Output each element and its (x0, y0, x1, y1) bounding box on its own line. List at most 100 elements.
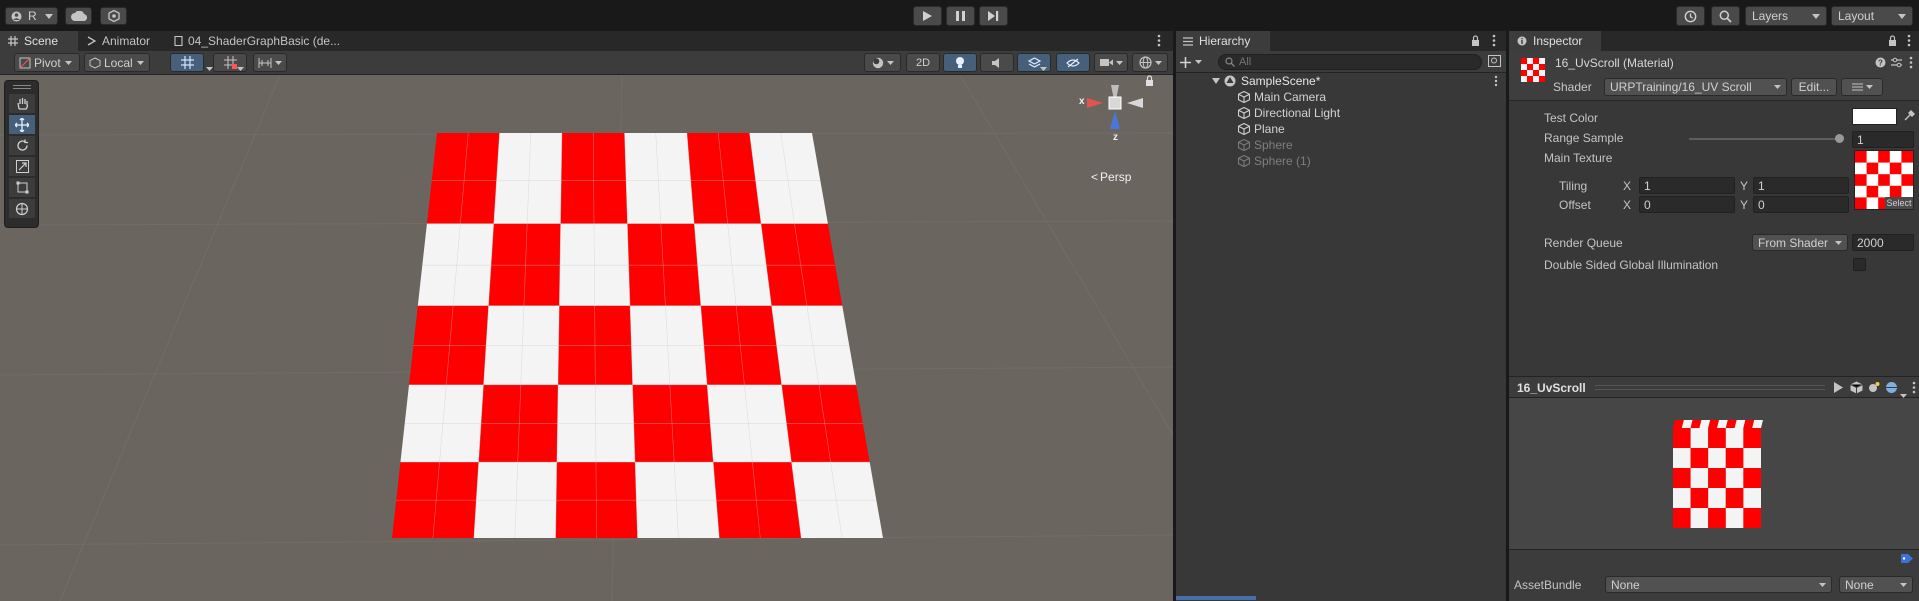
material-preview-area[interactable] (1509, 398, 1919, 549)
component-menu-icon[interactable] (1909, 56, 1913, 72)
hand-tool[interactable] (9, 94, 35, 113)
test-color-swatch[interactable] (1852, 108, 1897, 125)
create-dropdown[interactable] (1180, 54, 1208, 70)
shader-dropdown[interactable]: URPTraining/16_UV Scroll (1604, 78, 1787, 96)
help-icon[interactable]: ? (1875, 57, 1886, 71)
orientation-gizmo[interactable] (1075, 77, 1155, 157)
account-dropdown[interactable]: R (5, 7, 58, 25)
hierarchy-item-sphere[interactable]: Sphere (1176, 137, 1506, 153)
tab-shadergraph[interactable]: 04_ShaderGraphBasic (de... (170, 31, 360, 51)
preview-cube-tile (1708, 468, 1726, 488)
preview-cube-tile (1690, 448, 1709, 468)
hierarchy-scrollbar[interactable] (1176, 596, 1256, 600)
scene-row[interactable]: SampleScene* (1176, 73, 1506, 89)
lock-icon[interactable] (1471, 35, 1480, 46)
persp-label-container[interactable]: < Persp (1091, 170, 1131, 184)
panel-menu-icon[interactable] (1907, 34, 1912, 48)
pivot-dropdown[interactable]: Pivot (14, 53, 80, 72)
tab-inspector[interactable]: Inspector (1509, 31, 1601, 51)
slider-thumb[interactable] (1835, 134, 1844, 143)
search-by-type-button[interactable] (1488, 55, 1502, 69)
tiling-y-field[interactable]: 1 (1753, 177, 1849, 194)
hierarchy-item-sphere-1[interactable]: Sphere (1) (1176, 153, 1506, 169)
render-queue-field[interactable]: 2000 (1852, 234, 1914, 251)
layout-dropdown[interactable]: Layout (1831, 6, 1913, 26)
chevron-down-icon (44, 13, 53, 19)
audio-toggle[interactable] (980, 53, 1014, 72)
rect-tool[interactable] (9, 178, 35, 197)
hierarchy-search-field[interactable] (1218, 54, 1482, 70)
preview-cube-tile (1708, 448, 1726, 468)
expand-arrow-icon[interactable] (1212, 78, 1220, 84)
main-texture-slot[interactable]: Select (1854, 150, 1914, 210)
assetbundle-variant-dropdown[interactable]: None (1839, 576, 1913, 593)
shading-mode-dropdown[interactable] (864, 53, 901, 72)
range-sample-field[interactable]: 1 (1852, 131, 1914, 148)
search-input[interactable] (1239, 56, 1459, 68)
camera-dropdown[interactable] (1094, 53, 1128, 72)
grid-snap-toggle[interactable] (170, 53, 204, 72)
lock-icon[interactable] (1145, 75, 1155, 87)
offset-y-field[interactable]: 0 (1753, 196, 1849, 213)
chevron-down-icon[interactable] (1040, 60, 1048, 71)
tiling-x-field[interactable]: 1 (1639, 177, 1735, 194)
preview-play-icon[interactable] (1834, 382, 1843, 396)
play-button[interactable] (913, 6, 942, 26)
panel-menu-icon[interactable] (1492, 34, 1497, 48)
hierarchy-item-main-camera[interactable]: Main Camera (1176, 89, 1506, 105)
gizmos-dropdown[interactable] (1132, 53, 1168, 72)
preview-sphere-icon[interactable] (1885, 381, 1898, 397)
chevron-down-icon (1812, 13, 1820, 19)
pause-button[interactable] (946, 6, 975, 26)
label-tag-icon[interactable] (1901, 553, 1914, 567)
range-sample-slider[interactable] (1689, 132, 1844, 146)
edit-shader-button[interactable]: Edit... (1791, 78, 1837, 96)
offset-y-value: 0 (1758, 198, 1765, 212)
lock-icon[interactable] (1888, 35, 1897, 46)
preview-light-icon[interactable] (1867, 381, 1880, 397)
scene-menu-icon[interactable] (1494, 75, 1498, 90)
hierarchy-item-plane[interactable]: Plane (1176, 121, 1506, 137)
offset-x-field[interactable]: 0 (1639, 196, 1735, 213)
double-sided-gi-checkbox[interactable] (1853, 258, 1866, 271)
render-queue-label: Render Queue (1544, 236, 1623, 250)
preview-mesh-icon[interactable] (1850, 381, 1863, 397)
test-color-label: Test Color (1544, 111, 1599, 125)
scale-tool[interactable] (9, 157, 35, 176)
eyedropper-icon[interactable] (1903, 110, 1915, 125)
local-dropdown[interactable]: Local (84, 53, 150, 72)
hierarchy-item-directional-light[interactable]: Directional Light (1176, 105, 1506, 121)
cloud-button[interactable] (65, 7, 92, 25)
unity-scene-icon (1224, 75, 1236, 87)
step-button[interactable] (979, 6, 1008, 26)
scene-viewport[interactable]: x z < Persp (0, 75, 1173, 601)
snap-settings-button[interactable] (253, 53, 287, 72)
tab-menu-icon[interactable] (1157, 34, 1165, 48)
layers-dropdown[interactable]: Layers (1745, 6, 1827, 26)
tab-animator[interactable]: Animator (82, 31, 162, 51)
move-tool[interactable] (9, 115, 35, 134)
presets-icon[interactable] (1891, 57, 1902, 71)
scene-grid-icon (8, 36, 18, 46)
preview-cube (1673, 420, 1763, 528)
search-button[interactable] (1711, 6, 1740, 26)
double-sided-gi-label: Double Sided Global Illumination (1544, 258, 1719, 272)
collab-button[interactable] (100, 7, 127, 25)
transform-tool[interactable] (9, 199, 35, 218)
preview-menu-icon[interactable] (1912, 381, 1916, 397)
shader-options-button[interactable] (1841, 78, 1883, 96)
tab-scene[interactable]: Scene (0, 31, 78, 51)
rotate-tool[interactable] (9, 136, 35, 155)
tool-palette-handle[interactable] (13, 85, 31, 89)
render-queue-dropdown[interactable]: From Shader (1752, 234, 1848, 251)
history-button[interactable] (1676, 6, 1705, 26)
chevron-down-icon[interactable] (237, 60, 245, 71)
lighting-toggle[interactable] (943, 53, 977, 72)
mode-2d-toggle[interactable]: 2D (906, 53, 940, 72)
scene-visibility-toggle[interactable] (1056, 53, 1090, 72)
texture-select-button[interactable]: Select (1885, 197, 1913, 209)
material-icon-tile (1527, 76, 1533, 82)
tab-hierarchy[interactable]: Hierarchy (1176, 31, 1270, 51)
preview-drag-handle[interactable] (1595, 385, 1825, 390)
assetbundle-name-dropdown[interactable]: None (1605, 576, 1832, 593)
